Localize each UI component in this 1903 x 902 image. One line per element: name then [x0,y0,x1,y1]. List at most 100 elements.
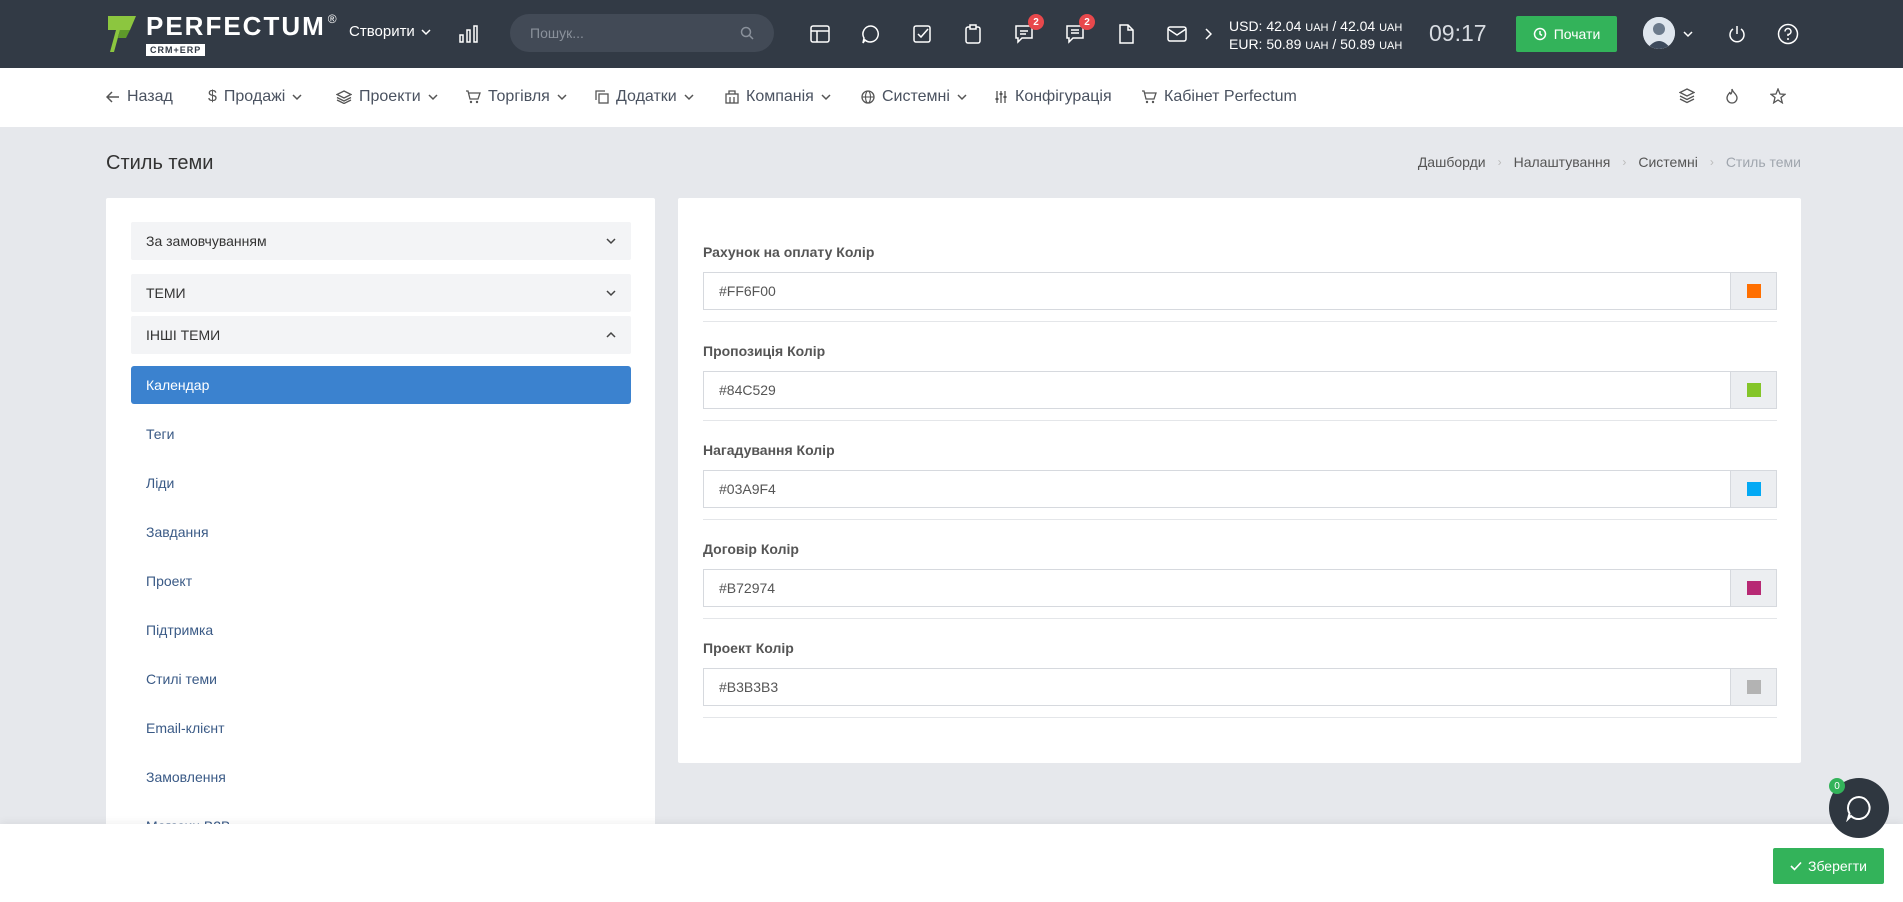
sidebar-item-label: Замовлення [146,769,226,785]
layers-icon[interactable] [1678,88,1696,107]
nav-system[interactable]: Системні [861,88,967,106]
top-bar: PERFECTUM ® CRM+ERP Створити Пошук... 2 2 [0,0,1903,68]
sidebar-item-orders[interactable]: Замовлення [131,758,631,796]
clipboard-icon[interactable] [959,20,987,48]
chevron-down-icon [957,94,967,101]
clock-icon [1533,27,1546,41]
proposal-color-input[interactable] [704,372,1730,408]
task-check-icon[interactable] [908,20,936,48]
cart-icon [1141,90,1157,104]
eur-unit-2: UAH [1379,40,1403,52]
sidebar-item-label: Теги [146,426,175,442]
search-input[interactable]: Пошук... [510,14,774,52]
project-color-input[interactable] [704,669,1730,705]
chevron-right-icon[interactable] [1200,20,1216,48]
start-timer-button[interactable]: Почати [1516,16,1617,52]
nav-system-label: Системні [882,88,950,105]
color-picker-button[interactable] [1730,273,1776,309]
messages-icon[interactable]: 2 [1061,14,1095,48]
invoice-color-input[interactable] [704,273,1730,309]
brand-registered-mark: ® [327,12,337,26]
logo[interactable]: PERFECTUM ® CRM+ERP [106,12,337,56]
chevron-up-icon [606,331,616,338]
sidebar-item-tags[interactable]: Теги [131,415,631,453]
table-icon[interactable] [806,20,834,48]
sidebar-item-label: Підтримка [146,622,214,638]
breadcrumb-item[interactable]: Дашборди [1418,154,1486,170]
proposal-color-field: Пропозиція Колір [703,343,1777,421]
contract-color-field: Договір Колір [703,541,1777,619]
logo-mark-icon [106,12,140,56]
breadcrumb-separator-icon: › [1497,155,1502,169]
sidebar-item-label: Ліди [146,475,175,491]
color-picker-button[interactable] [1730,372,1776,408]
color-picker-button[interactable] [1730,570,1776,606]
sidebar-item-calendar[interactable]: Календар [131,366,631,404]
sidebar-item-project[interactable]: Проект [131,562,631,600]
sidebar-item-support[interactable]: Підтримка [131,611,631,649]
contract-color-input[interactable] [704,570,1730,606]
nav-projects[interactable]: Проекти [336,88,438,106]
search-placeholder: Пошук... [530,25,584,41]
reminder-color-input[interactable] [704,471,1730,507]
sliders-icon [994,90,1008,104]
nav-addons[interactable]: Додатки [595,88,694,106]
clock: 09:17 [1429,20,1487,46]
help-icon[interactable] [1774,20,1802,48]
mail-icon[interactable] [1163,20,1191,48]
save-button[interactable]: Зберегти [1773,848,1884,884]
sidebar-item-tasks[interactable]: Завдання [131,513,631,551]
nav-config[interactable]: Конфігурація [994,88,1112,106]
chart-icon[interactable] [455,20,483,48]
sidebar-item-email-client[interactable]: Email-клієнт [131,709,631,747]
nav-company[interactable]: Компанія [725,88,831,106]
dollar-icon: $ [208,88,217,105]
document-icon[interactable] [1112,20,1140,48]
notifications-icon[interactable]: 2 [1010,14,1044,48]
nav-trade[interactable]: Торгівля [465,88,567,106]
messages-badge: 2 [1079,14,1095,30]
breadcrumb-separator-icon: › [1709,155,1714,169]
sidebar-item-leads[interactable]: Ліди [131,464,631,502]
avatar[interactable] [1643,17,1675,49]
reminder-color-field: Нагадування Колір [703,442,1777,520]
themes-accordion[interactable]: ТЕМИ [131,274,631,312]
create-menu[interactable]: Створити [349,23,431,40]
divider [703,321,1777,322]
chat-bubble-icon [1846,795,1871,822]
field-label: Нагадування Колір [703,442,835,458]
project-color-field: Проект Колір [703,640,1777,718]
chevron-down-icon [606,290,616,297]
fire-icon[interactable] [1725,88,1739,107]
breadcrumb-separator-icon: › [1622,155,1627,169]
chevron-down-icon[interactable] [1680,20,1696,48]
brand-subtitle: CRM+ERP [146,44,206,56]
notifications-badge: 2 [1028,14,1044,30]
usd-unit: UAH [1305,22,1329,34]
breadcrumb: Дашборди › Налаштування › Системні › Сти… [1418,154,1801,170]
chat-bubble-icon[interactable] [857,20,885,48]
breadcrumb-item[interactable]: Системні [1638,154,1697,170]
star-icon[interactable] [1769,87,1787,107]
color-picker-button[interactable] [1730,669,1776,705]
other-themes-accordion[interactable]: ІНШІ ТЕМИ [131,316,631,354]
power-icon[interactable] [1723,20,1751,48]
nav-sales[interactable]: $ Продажі [208,88,302,106]
color-picker-button[interactable] [1730,471,1776,507]
other-themes-accordion-label: ІНШІ ТЕМИ [146,327,221,343]
currency-rates: USD: 42.04 UAH / 42.04 UAH EUR: 50.89 UA… [1229,18,1402,54]
cart-icon [465,90,481,104]
color-input-group [703,272,1777,310]
nav-back[interactable]: Назад [106,88,173,106]
chevron-down-icon [821,94,831,101]
nav-cabinet[interactable]: Кабінет Perfectum [1141,88,1297,106]
nav-back-label: Назад [127,88,173,105]
sidebar-item-theme-styles[interactable]: Стилі теми [131,660,631,698]
breadcrumb-item[interactable]: Налаштування [1514,154,1611,170]
sidebar-item-label: Стилі теми [146,671,217,687]
nav-cabinet-label: Кабінет Perfectum [1164,88,1297,105]
default-select[interactable]: За замовчуванням [131,222,631,260]
chevron-down-icon [684,94,694,101]
color-swatch [1746,383,1761,397]
color-swatch [1746,581,1761,595]
